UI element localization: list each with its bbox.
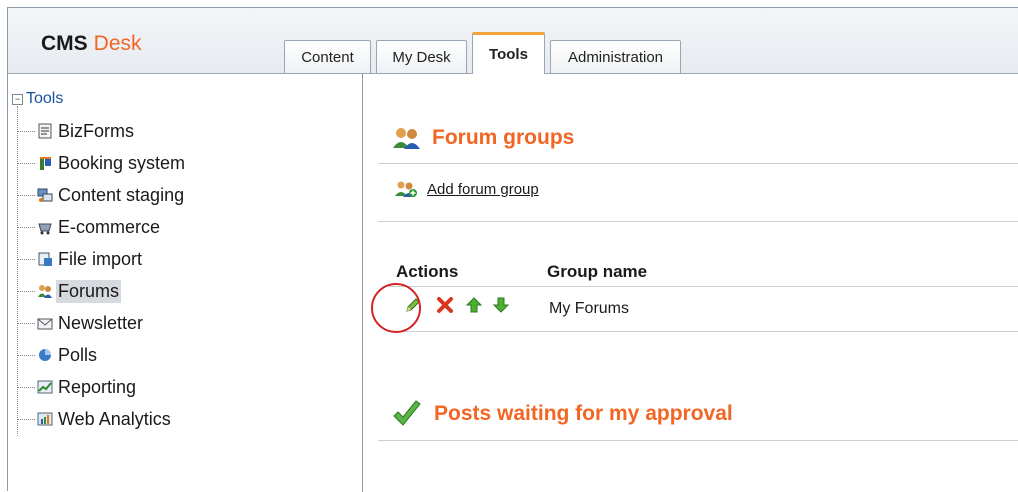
delete-icon[interactable] [436,296,454,314]
tab-administration[interactable]: Administration [550,40,681,73]
polls-icon [39,349,51,361]
tree-item-newsletter[interactable]: Newsletter [17,309,145,337]
forums-icon [38,285,52,298]
tree-item-label: Web Analytics [58,408,171,429]
ecommerce-icon [38,223,52,235]
divider [378,221,1018,222]
tree-item-reporting[interactable]: Reporting [17,373,138,401]
move-up-icon[interactable] [465,296,483,314]
tree-item-label: Booking system [58,152,186,173]
column-header-group-name[interactable]: Group name [547,262,647,282]
tree-item-label: Forums [56,279,122,303]
group-name-cell: My Forums [549,300,629,317]
forum-groups-icon [393,128,420,149]
divider [378,163,1018,164]
tree-item-label: E-commerce [58,216,161,237]
logo-text-cms: CMS [41,32,88,55]
cms-desk-logo: CMS Desk [41,32,142,56]
add-forum-group-link[interactable]: Add forum group [395,180,539,198]
tree-item-label: Content staging [58,184,185,205]
file-import-icon [38,252,52,266]
booking-icon [40,157,51,170]
divider [378,440,1018,441]
tree-item-content-staging[interactable]: Content staging [17,181,186,209]
tree-item-file-import[interactable]: File import [17,245,144,273]
move-down-icon[interactable] [492,296,510,314]
web-analytics-icon [37,412,53,426]
staging-icon [37,188,53,202]
reporting-icon [37,380,53,394]
header-bar: CMS Desk Content My Desk Tools Administra… [8,8,1018,74]
grid-header-divider [388,286,1018,287]
tree-item-web-analytics[interactable]: Web Analytics [17,405,173,433]
tree-item-label: File import [58,248,143,269]
tree-root-label: Tools [26,90,64,107]
tab-content[interactable]: Content [284,40,371,73]
form-icon [38,123,52,139]
tree-item-label: Newsletter [58,312,144,333]
tree-item-polls[interactable]: Polls [17,341,99,369]
tree-item-booking-system[interactable]: Booking system [17,149,187,177]
annotation-circle [371,283,421,333]
add-forum-group-label: Add forum group [427,180,539,198]
tree-item-forums[interactable]: Forums [17,277,122,305]
logo-text-desk: Desk [93,32,142,55]
tree-item-bizforms[interactable]: BizForms [17,117,136,145]
grid-row-divider [388,331,1018,332]
add-forum-group-icon [395,181,417,197]
checkmark-icon [393,400,421,426]
main-content: Forum groups Add forum group Actions Gro… [363,74,1018,492]
tree-item-label: BizForms [58,120,134,141]
tab-tools[interactable]: Tools [472,32,545,74]
tree-item-label: Reporting [58,376,137,397]
tab-my-desk[interactable]: My Desk [376,40,467,73]
tree-root-tools[interactable]: − Tools [12,90,63,108]
newsletter-icon [37,318,53,330]
forum-groups-header: Forum groups [392,126,574,150]
posts-approval-header: Posts waiting for my approval [392,400,733,428]
column-header-actions: Actions [396,262,459,281]
tree-item-e-commerce[interactable]: E-commerce [17,213,162,241]
page-title: Forum groups [432,126,575,149]
collapse-icon[interactable]: − [12,93,23,105]
cms-window: CMS Desk Content My Desk Tools Administra… [7,7,1018,492]
tools-tree-panel: − Tools BizForms Booking system Content … [8,74,363,492]
tree-item-label: Polls [58,344,98,365]
section-title: Posts waiting for my approval [434,402,733,425]
